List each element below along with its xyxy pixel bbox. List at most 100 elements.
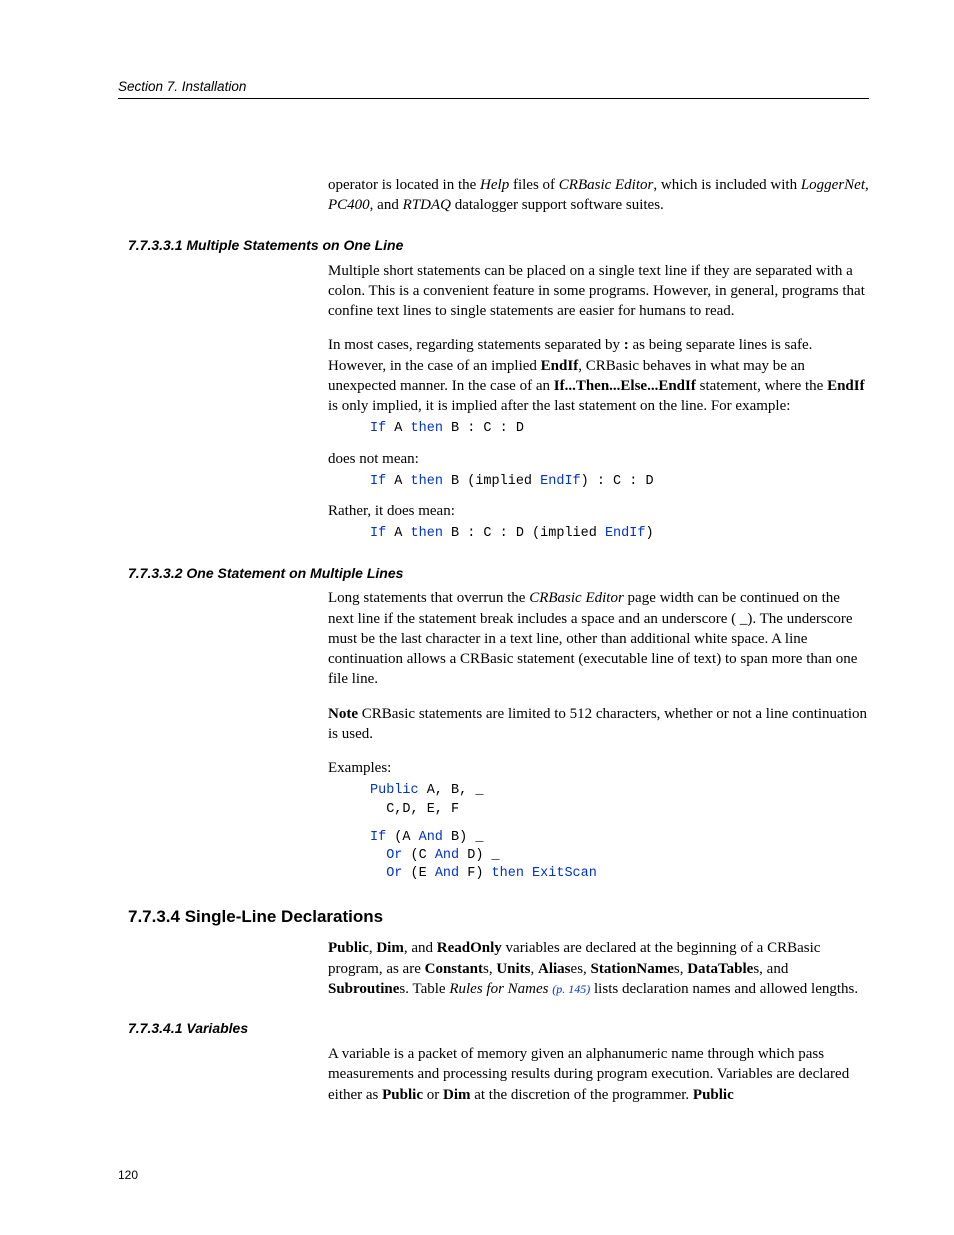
heading-multiple-statements: 7.7.3.3.1 Multiple Statements on One Lin…	[128, 236, 869, 255]
section-multiple-statements: Multiple short statements can be placed …	[328, 261, 869, 544]
text-bold: ReadOnly	[437, 940, 502, 956]
code-keyword: EndIf	[540, 474, 581, 489]
code-block: If A then B : C : D (implied EndIf)	[370, 525, 869, 543]
text-bold: Subroutine	[328, 981, 399, 997]
text: , and	[370, 197, 403, 213]
cross-reference-link[interactable]: (p. 145)	[552, 982, 590, 996]
text-bold: EndIf	[827, 378, 865, 394]
paragraph: Rather, it does mean:	[328, 501, 869, 521]
code-block: If A then B : C : D	[370, 420, 869, 438]
text: ,	[531, 961, 539, 977]
note-label: Note	[328, 706, 358, 722]
text-italic: LoggerNet	[801, 177, 865, 193]
text: files of	[509, 177, 559, 193]
text: es,	[571, 961, 591, 977]
code-block: If A then B (implied EndIf) : C : D	[370, 473, 869, 491]
code-keyword: then	[411, 526, 443, 541]
code-text: )	[645, 526, 653, 541]
page-number: 120	[118, 1167, 138, 1183]
code-keyword: If	[370, 474, 386, 489]
text-bold: Constant	[425, 961, 483, 977]
text-italic: PC400	[328, 197, 370, 213]
text: lists declaration names and allowed leng…	[590, 981, 858, 997]
text: is only implied, it is implied after the…	[328, 398, 790, 414]
text-italic: Rules for Names	[449, 981, 552, 997]
heading-one-statement-multiple-lines: 7.7.3.3.2 One Statement on Multiple Line…	[128, 564, 869, 583]
text: In most cases, regarding statements sepa…	[328, 337, 624, 353]
code-keyword: And	[435, 866, 459, 881]
text-bold: Dim	[376, 940, 404, 956]
text: operator is located in the	[328, 177, 480, 193]
heading-single-line-declarations: 7.7.3.4 Single-Line Declarations	[128, 906, 869, 929]
code-block: Public A, B, _ C,D, E, F	[370, 782, 869, 818]
section-single-line-declarations: Public, Dim, and ReadOnly variables are …	[328, 938, 869, 999]
text: s, and	[753, 961, 788, 977]
code-text: A	[386, 421, 410, 436]
text-bold: Public	[328, 940, 369, 956]
text-bold: Public	[693, 1087, 734, 1103]
code-keyword: then	[411, 421, 443, 436]
code-keyword: Or	[386, 866, 402, 881]
text-bold: EndIf	[541, 358, 579, 374]
text-bold: StationName	[591, 961, 674, 977]
code-text: ) : C : D	[581, 474, 654, 489]
code-keyword: ExitScan	[532, 866, 597, 881]
code-text: A	[386, 474, 410, 489]
code-keyword: Or	[386, 848, 402, 863]
code-keyword: Public	[370, 783, 419, 798]
text: s. Table	[399, 981, 449, 997]
code-text: (C	[402, 848, 434, 863]
note-paragraph: Note CRBasic statements are limited to 5…	[328, 704, 869, 745]
intro-paragraph: operator is located in the Help files of…	[328, 175, 869, 216]
text-bold: Dim	[443, 1087, 471, 1103]
code-keyword: then	[492, 866, 524, 881]
text: at the discretion of the programmer.	[470, 1087, 692, 1103]
code-keyword: then	[411, 474, 443, 489]
text-bold: Units	[496, 961, 530, 977]
text-bold: Alias	[538, 961, 571, 977]
code-keyword: And	[435, 848, 459, 863]
code-text: F)	[459, 866, 491, 881]
text-bold: If...Then...Else...EndIf	[554, 378, 696, 394]
text-bold: Public	[382, 1087, 423, 1103]
text-bold: DataTable	[687, 961, 753, 977]
text-italic: Help	[480, 177, 509, 193]
code-keyword: EndIf	[605, 526, 646, 541]
page: Section 7. Installation operator is loca…	[0, 0, 954, 1235]
text-italic: RTDAQ	[403, 197, 451, 213]
paragraph: Long statements that overrun the CRBasic…	[328, 588, 869, 689]
code-keyword: If	[370, 526, 386, 541]
paragraph: Public, Dim, and ReadOnly variables are …	[328, 938, 869, 999]
code-text: B : C : D (implied	[443, 526, 605, 541]
section-one-statement: Long statements that overrun the CRBasic…	[328, 588, 869, 883]
text: , which is included with	[653, 177, 800, 193]
code-keyword: And	[419, 830, 443, 845]
code-text	[524, 866, 532, 881]
text: s,	[674, 961, 687, 977]
text: s,	[483, 961, 496, 977]
code-text: (E	[402, 866, 434, 881]
running-head: Section 7. Installation	[118, 78, 869, 99]
code-text: B (implied	[443, 474, 540, 489]
text-italic: CRBasic Editor	[559, 177, 654, 193]
paragraph: Multiple short statements can be placed …	[328, 261, 869, 322]
text: datalogger support software suites.	[451, 197, 664, 213]
text: ,	[865, 177, 869, 193]
text: or	[423, 1087, 443, 1103]
paragraph: A variable is a packet of memory given a…	[328, 1044, 869, 1105]
text: , and	[404, 940, 437, 956]
section-variables: A variable is a packet of memory given a…	[328, 1044, 869, 1105]
code-block: If (A And B) _ Or (C And D) _ Or (E And …	[370, 829, 869, 884]
code-text: (A	[386, 830, 418, 845]
heading-variables: 7.7.3.4.1 Variables	[128, 1019, 869, 1038]
text: Long statements that overrun the	[328, 590, 529, 606]
code-text: B : C : D	[443, 421, 524, 436]
code-text: A	[386, 526, 410, 541]
code-keyword: If	[370, 830, 386, 845]
paragraph: In most cases, regarding statements sepa…	[328, 335, 869, 416]
paragraph: Examples:	[328, 758, 869, 778]
note-text: CRBasic statements are limited to 512 ch…	[328, 706, 867, 742]
paragraph: does not mean:	[328, 449, 869, 469]
text-italic: CRBasic Editor	[529, 590, 624, 606]
code-keyword: If	[370, 421, 386, 436]
